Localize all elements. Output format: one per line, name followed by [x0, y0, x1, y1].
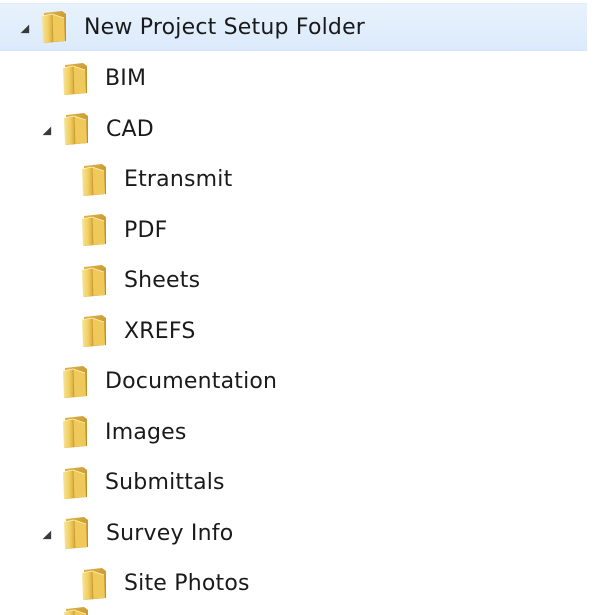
folder-icon: [61, 62, 91, 96]
tree-item-new-project-setup-folder[interactable]: New Project Setup Folder: [0, 3, 587, 51]
tree-item-label: BIM: [105, 66, 147, 92]
tree-item-label: CAD: [106, 116, 154, 142]
tree-item-sheets[interactable]: Sheets: [0, 256, 595, 307]
tree-item-label: PDF: [124, 217, 168, 243]
expanded-triangle-icon[interactable]: [38, 526, 52, 540]
tree-item-cad[interactable]: CAD: [0, 104, 595, 155]
tree-item-label: Survey Info: [106, 520, 234, 546]
tree-item-label: Images: [105, 419, 187, 445]
tree-item-submittals[interactable]: Submittals: [0, 458, 595, 509]
folder-icon-partial: [62, 606, 92, 615]
folder-icon: [80, 567, 110, 601]
folder-icon: [80, 264, 110, 298]
tree-item-documentation[interactable]: Documentation: [0, 357, 595, 408]
folder-icon: [40, 10, 70, 44]
folder-icon: [62, 112, 92, 146]
folder-icon: [80, 314, 110, 348]
folder-icon: [61, 466, 91, 500]
tree-item-pdf[interactable]: PDF: [0, 205, 595, 256]
folder-icon: [80, 213, 110, 247]
tree-item-site-photos[interactable]: Site Photos: [0, 559, 595, 610]
folder-icon: [61, 365, 91, 399]
expanded-triangle-icon[interactable]: [16, 20, 30, 34]
folder-tree: New Project Setup Folder BIM CAD Etransm…: [0, 0, 595, 615]
tree-item-label: New Project Setup Folder: [84, 14, 366, 40]
expanded-triangle-icon[interactable]: [38, 122, 52, 136]
tree-item-label: XREFS: [124, 318, 196, 344]
tree-item-images[interactable]: Images: [0, 407, 595, 458]
tree-item-label: Etransmit: [124, 167, 233, 193]
folder-icon: [62, 516, 92, 550]
folder-icon: [61, 415, 91, 449]
tree-item-xrefs[interactable]: XREFS: [0, 306, 595, 357]
tree-item-bim[interactable]: BIM: [0, 54, 595, 105]
folder-icon: [80, 163, 110, 197]
tree-item-label: Site Photos: [124, 571, 250, 597]
tree-item-label: Documentation: [105, 369, 278, 395]
tree-item-label: Sheets: [124, 268, 201, 294]
tree-item-label: Submittals: [105, 470, 225, 496]
tree-item-survey-info[interactable]: Survey Info: [0, 508, 595, 559]
tree-item-etransmit[interactable]: Etransmit: [0, 155, 595, 206]
